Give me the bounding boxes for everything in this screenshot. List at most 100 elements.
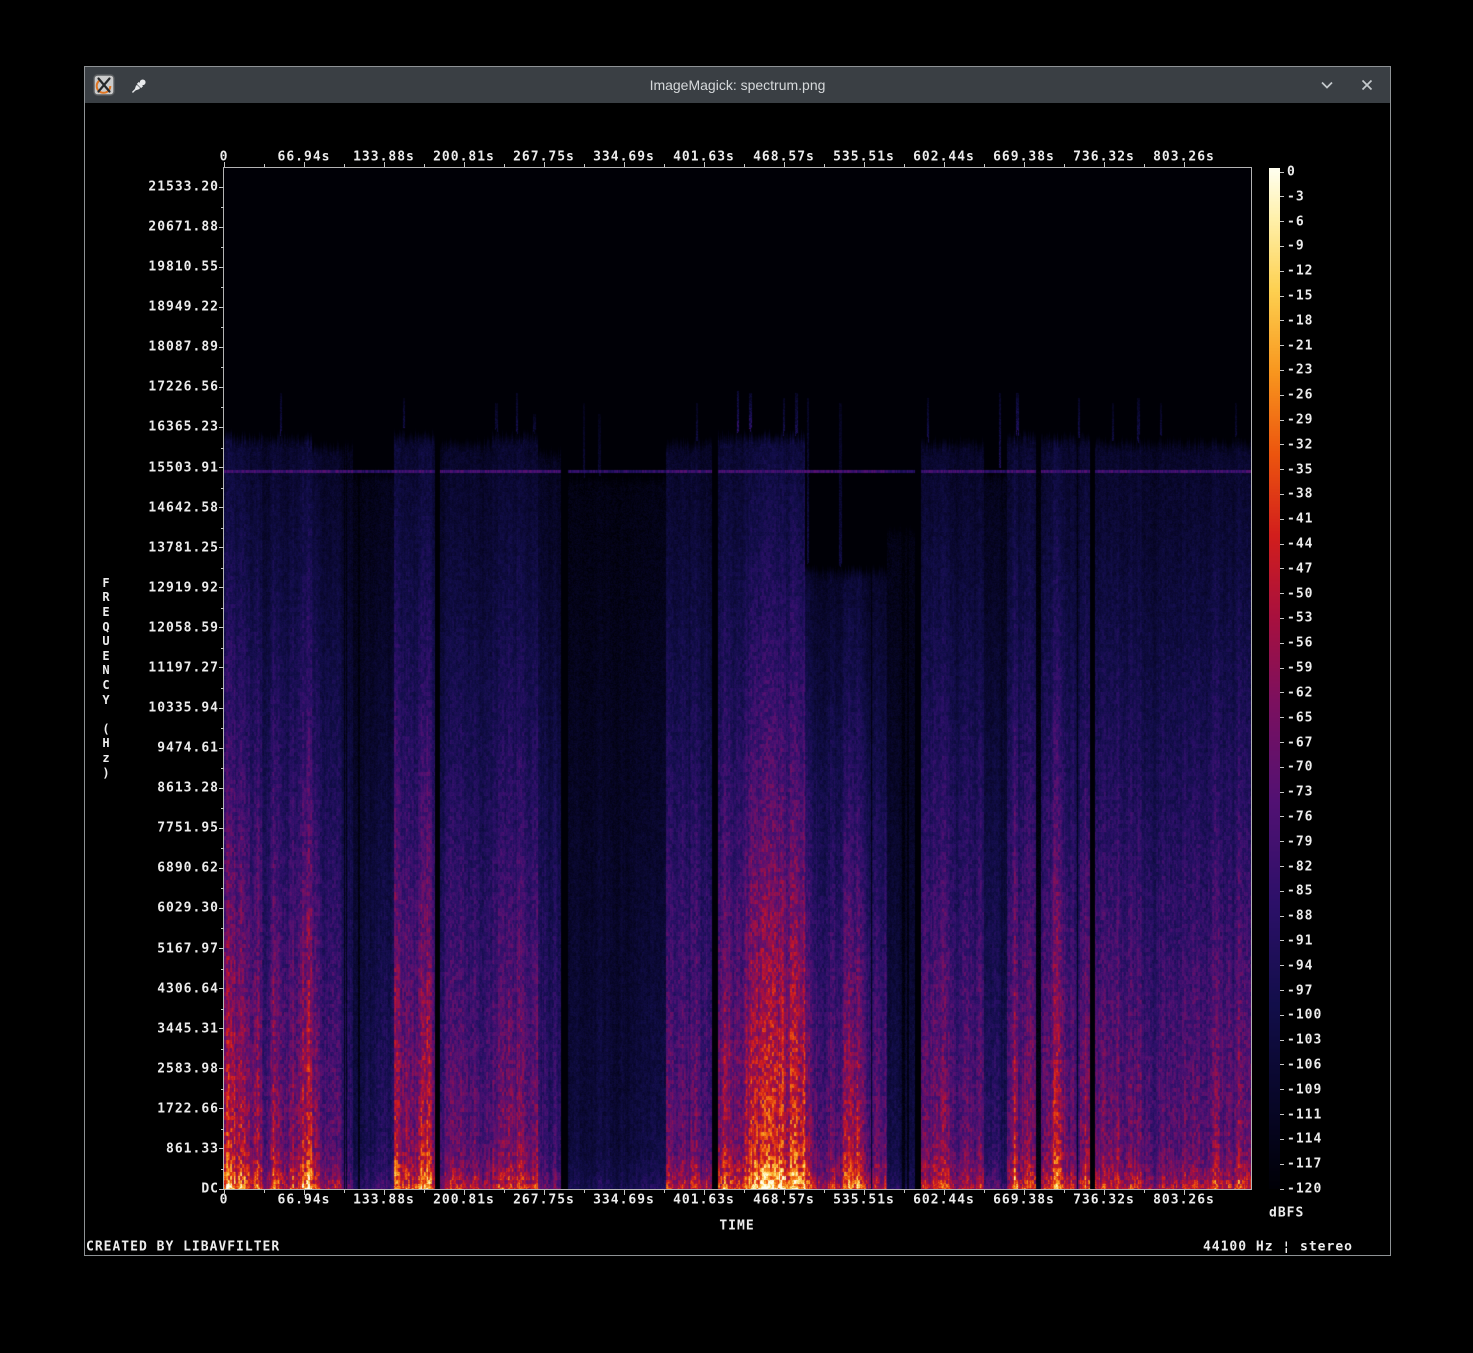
shade-button[interactable]	[1318, 76, 1336, 94]
freq-axis-title-char: (	[93, 722, 119, 737]
freq-tick-label: 3445.31	[111, 1021, 219, 1036]
legend-tick-mark	[1280, 1164, 1284, 1165]
legend-tick-mark	[1280, 1189, 1284, 1190]
freq-tick-label: 1722.66	[111, 1101, 219, 1116]
legend-tick-label: -67	[1287, 735, 1313, 750]
legend-tick-mark	[1280, 172, 1284, 173]
legend-tick-mark	[1280, 916, 1284, 917]
freq-tick-mark	[219, 1148, 224, 1149]
freq-tick-mark	[219, 387, 224, 388]
freq-tick-label: 16365.23	[111, 420, 219, 435]
freq-tick-mark	[219, 267, 224, 268]
freq-minor-tick-mark	[221, 808, 224, 809]
legend-tick-mark	[1280, 444, 1284, 445]
legend-tick-label: -50	[1287, 586, 1313, 601]
legend-tick-label: -9	[1287, 239, 1305, 254]
legend-tick-label: -59	[1287, 661, 1313, 676]
freq-tick-label: DC	[111, 1182, 219, 1197]
legend-tick-label: -79	[1287, 834, 1313, 849]
freq-tick-label: 12919.92	[111, 580, 219, 595]
time-minor-tick-bottom	[664, 1190, 665, 1193]
legend-tick-label: -15	[1287, 289, 1313, 304]
time-tick-mark-top	[784, 162, 785, 167]
time-tick-mark-bottom	[1024, 1190, 1025, 1195]
freq-minor-tick-mark	[221, 488, 224, 489]
freq-tick-label: 18949.22	[111, 300, 219, 315]
freq-tick-mark	[219, 307, 224, 308]
freq-minor-tick-mark	[221, 648, 224, 649]
pin-icon[interactable]	[131, 77, 148, 94]
legend-tick-label: -53	[1287, 611, 1313, 626]
freq-tick-mark	[219, 427, 224, 428]
time-minor-tick-bottom	[344, 1190, 345, 1193]
time-tick-mark-top	[1024, 162, 1025, 167]
freq-tick-mark	[219, 227, 224, 228]
legend-color-bar	[1269, 168, 1280, 1189]
time-tick-mark-bottom	[464, 1190, 465, 1195]
legend-tick-label: -82	[1287, 859, 1313, 874]
freq-tick-mark	[219, 908, 224, 909]
freq-tick-mark	[219, 187, 224, 188]
freq-tick-label: 4306.64	[111, 981, 219, 996]
legend-tick-mark	[1280, 246, 1284, 247]
time-minor-tick-top	[344, 164, 345, 167]
freq-tick-label: 5167.97	[111, 941, 219, 956]
freq-tick-label: 18087.89	[111, 340, 219, 355]
legend-tick-label: -85	[1287, 884, 1313, 899]
freq-minor-tick-mark	[221, 528, 224, 529]
freq-tick-label: 14642.58	[111, 500, 219, 515]
legend-tick-mark	[1280, 420, 1284, 421]
freq-minor-tick-mark	[221, 1089, 224, 1090]
freq-tick-label: 9474.61	[111, 741, 219, 756]
imagemagick-app-icon[interactable]	[93, 74, 115, 96]
freq-minor-tick-mark	[221, 1009, 224, 1010]
legend-tick-mark	[1280, 1114, 1284, 1115]
freq-tick-mark	[219, 748, 224, 749]
legend-tick-label: -97	[1287, 983, 1313, 998]
legend-tick-mark	[1280, 816, 1284, 817]
freq-tick-label: 20671.88	[111, 220, 219, 235]
freq-tick-mark	[219, 988, 224, 989]
freq-minor-tick-mark	[221, 448, 224, 449]
legend-tick-mark	[1280, 742, 1284, 743]
legend-tick-label: -106	[1287, 1057, 1322, 1072]
legend-tick-mark	[1280, 320, 1284, 321]
legend-tick-label: -3	[1287, 189, 1305, 204]
legend-tick-mark	[1280, 792, 1284, 793]
time-tick-mark-bottom	[944, 1190, 945, 1195]
time-minor-tick-bottom	[504, 1190, 505, 1193]
time-minor-tick-bottom	[584, 1190, 585, 1193]
close-button[interactable]	[1358, 76, 1376, 94]
legend-tick-mark	[1280, 1139, 1284, 1140]
legend-unit-label: dBFS	[1269, 1206, 1304, 1221]
freq-tick-mark	[219, 868, 224, 869]
time-minor-tick-top	[1064, 164, 1065, 167]
time-minor-tick-bottom	[1064, 1190, 1065, 1193]
freq-minor-tick-mark	[221, 247, 224, 248]
time-tick-mark-bottom	[224, 1190, 225, 1195]
legend-tick-label: 0	[1287, 165, 1296, 180]
legend-tick-mark	[1280, 469, 1284, 470]
freq-tick-label: 6890.62	[111, 861, 219, 876]
time-minor-tick-top	[984, 164, 985, 167]
freq-tick-mark	[219, 708, 224, 709]
time-minor-tick-top	[824, 164, 825, 167]
freq-tick-mark	[219, 467, 224, 468]
time-tick-mark-bottom	[304, 1190, 305, 1195]
legend-tick-mark	[1280, 494, 1284, 495]
freq-tick-label: 861.33	[111, 1141, 219, 1156]
freq-minor-tick-mark	[221, 969, 224, 970]
legend-tick-label: -38	[1287, 487, 1313, 502]
legend-tick-mark	[1280, 891, 1284, 892]
freq-minor-tick-mark	[221, 207, 224, 208]
time-tick-mark-top	[544, 162, 545, 167]
legend-tick-label: -35	[1287, 462, 1313, 477]
legend-tick-mark	[1280, 1015, 1284, 1016]
time-minor-tick-top	[584, 164, 585, 167]
freq-tick-mark	[219, 1068, 224, 1069]
freq-tick-label: 19810.55	[111, 260, 219, 275]
time-tick-mark-top	[1104, 162, 1105, 167]
legend-tick-label: -26	[1287, 388, 1313, 403]
freq-tick-label: 15503.91	[111, 460, 219, 475]
legend-tick-mark	[1280, 544, 1284, 545]
